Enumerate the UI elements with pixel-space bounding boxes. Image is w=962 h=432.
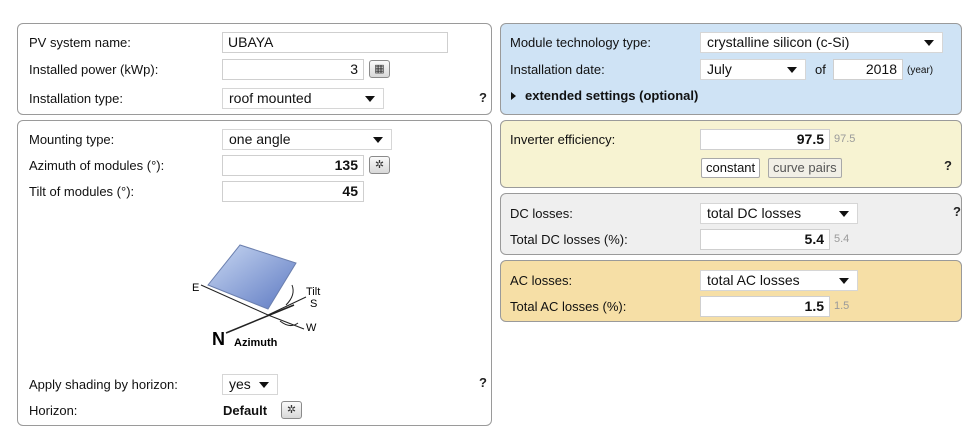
total-ac-losses-label: Total AC losses (%): <box>510 299 627 314</box>
installation-date-label: Installation date: <box>510 62 605 77</box>
gear-icon: ✲ <box>286 404 297 416</box>
south-label: S <box>310 298 317 310</box>
installation-year-input[interactable]: 2018 <box>833 59 903 80</box>
curve-pairs-button[interactable]: curve pairs <box>768 158 842 178</box>
installed-power-input[interactable]: 3 <box>222 59 364 80</box>
installation-month-select[interactable]: July <box>700 59 806 80</box>
chevron-down-icon <box>839 211 849 217</box>
gear-icon: ✲ <box>374 159 385 171</box>
west-axis-line <box>267 314 305 330</box>
module-technology-label: Module technology type: <box>510 35 651 50</box>
total-dc-losses-input[interactable]: 5.4 <box>700 229 830 250</box>
horizon-settings-button[interactable]: ✲ <box>281 401 302 419</box>
mounting-type-select[interactable]: one angle <box>222 129 392 150</box>
installation-type-label: Installation type: <box>29 91 123 106</box>
installation-type-select[interactable]: roof mounted <box>222 88 384 109</box>
chevron-down-icon <box>924 40 934 46</box>
horizon-label: Horizon: <box>29 403 78 418</box>
pv-system-name-input[interactable]: UBAYA <box>222 32 448 53</box>
azimuth-text: Azimuth <box>234 337 278 349</box>
dc-losses-select[interactable]: total DC losses <box>700 203 858 224</box>
horizon-value: Default <box>223 403 268 418</box>
inverter-efficiency-input[interactable]: 97.5 <box>700 129 830 150</box>
inverter-efficiency-default: 97.5 <box>834 133 856 145</box>
dc-losses-label: DC losses: <box>510 206 573 221</box>
extended-settings-toggle[interactable]: extended settings (optional) <box>525 88 698 103</box>
chevron-down-icon <box>259 382 269 388</box>
azimuth-input[interactable]: 135 <box>222 155 364 176</box>
installation-type-value: roof mounted <box>229 90 312 106</box>
apply-shading-value: yes <box>229 376 251 392</box>
north-axis-line <box>225 304 295 334</box>
mounting-panel: Mounting type: one angle Azimuth of modu… <box>17 120 492 426</box>
dc-losses-value: total DC losses <box>707 205 802 221</box>
module-panel-shape <box>207 244 297 310</box>
total-ac-losses-input[interactable]: 1.5 <box>700 296 830 317</box>
date-of-text: of <box>815 62 826 77</box>
dc-losses-panel: DC losses: total DC losses ? Total DC lo… <box>500 193 962 255</box>
installation-month-value: July <box>707 61 732 77</box>
tilt-arc <box>285 284 294 306</box>
chevron-down-icon <box>787 67 797 73</box>
ac-losses-panel: AC losses: total AC losses Total AC loss… <box>500 260 962 322</box>
module-technology-select[interactable]: crystalline silicon (c-Si) <box>700 32 943 53</box>
tilt-input[interactable]: 45 <box>222 181 364 202</box>
tilt-label: Tilt of modules (°): <box>29 184 135 199</box>
module-technology-value: crystalline silicon (c-Si) <box>707 34 850 50</box>
dc-losses-help-icon[interactable]: ? <box>953 204 961 219</box>
orientation-diagram: E Tilt S W N Azimuth <box>192 244 320 349</box>
north-label: N <box>212 329 225 349</box>
expand-triangle-icon[interactable] <box>511 92 516 100</box>
azimuth-label: Azimuth of modules (°): <box>29 158 165 173</box>
apply-shading-select[interactable]: yes <box>222 374 278 395</box>
shading-help-icon[interactable]: ? <box>479 375 487 390</box>
mounting-type-label: Mounting type: <box>29 132 115 147</box>
inverter-help-icon[interactable]: ? <box>944 158 952 173</box>
ac-losses-value: total AC losses <box>707 272 800 288</box>
east-label: E <box>192 282 199 294</box>
module-panel: Module technology type: crystalline sili… <box>500 23 962 115</box>
tilt-text: Tilt <box>306 286 320 298</box>
inverter-efficiency-label: Inverter efficiency: <box>510 132 616 147</box>
ac-losses-select[interactable]: total AC losses <box>700 270 858 291</box>
mounting-type-value: one angle <box>229 131 291 147</box>
ac-losses-label: AC losses: <box>510 273 573 288</box>
pv-system-name-label: PV system name: <box>29 35 131 50</box>
calculator-button[interactable]: ▦ <box>369 60 390 78</box>
year-unit-label: (year) <box>907 65 934 76</box>
system-help-icon[interactable]: ? <box>479 90 487 105</box>
apply-shading-label: Apply shading by horizon: <box>29 377 178 392</box>
installed-power-label: Installed power (kWp): <box>29 62 159 77</box>
constant-button[interactable]: constant <box>701 158 761 178</box>
total-dc-losses-default: 5.4 <box>834 233 850 245</box>
system-panel: PV system name: UBAYA Installed power (k… <box>17 23 492 115</box>
inverter-panel: Inverter efficiency: 97.5 97.5 constant … <box>500 120 962 188</box>
chevron-down-icon <box>365 96 375 102</box>
west-label: W <box>306 322 317 334</box>
calculator-icon: ▦ <box>374 63 385 75</box>
total-ac-losses-default: 1.5 <box>834 300 850 312</box>
chevron-down-icon <box>839 278 849 284</box>
total-dc-losses-label: Total DC losses (%): <box>510 232 628 247</box>
chevron-down-icon <box>373 137 383 143</box>
optimize-azimuth-button[interactable]: ✲ <box>369 156 390 174</box>
